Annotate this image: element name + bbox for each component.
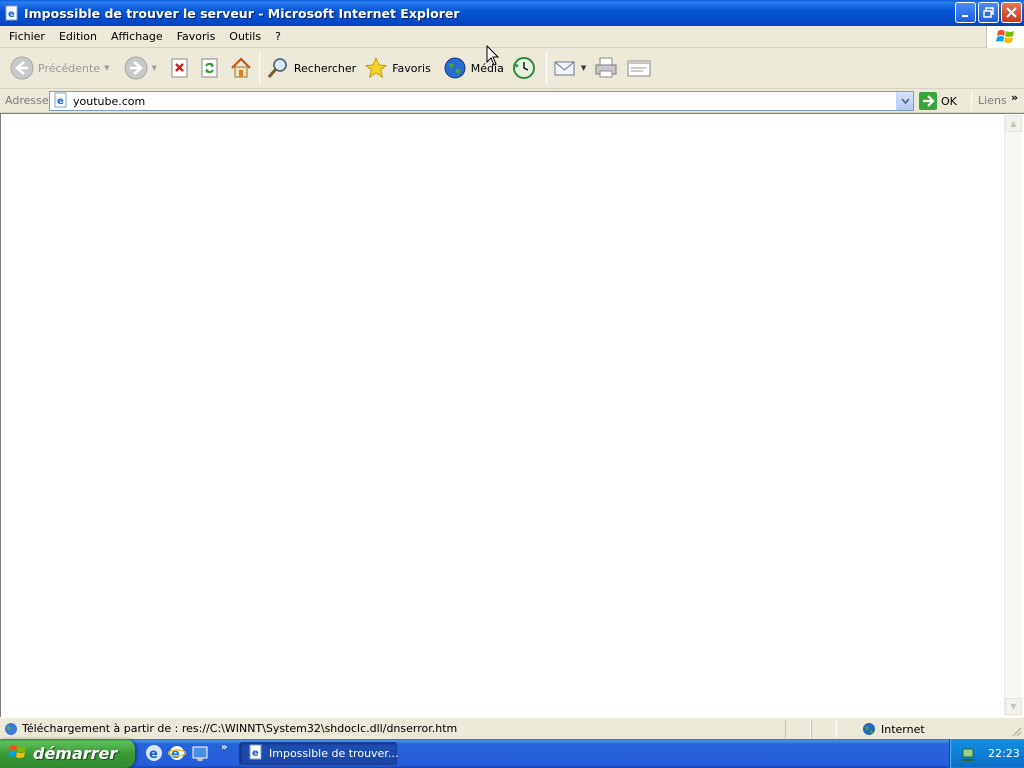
- taskbar-item-label: Impossible de trouver...: [269, 747, 399, 760]
- menu-edition[interactable]: Edition: [52, 27, 104, 47]
- chevron-down-icon: [900, 98, 910, 104]
- zone-label: Internet: [881, 722, 925, 736]
- status-bar: Téléchargement à partir de : res://C:\WI…: [0, 717, 1024, 739]
- address-dropdown-button[interactable]: [896, 92, 913, 110]
- mail-dropdown-icon[interactable]: ▼: [581, 64, 586, 72]
- taskbar-item-ie[interactable]: e Impossible de trouver...: [239, 742, 399, 765]
- svg-text:e: e: [8, 9, 15, 20]
- vertical-scrollbar[interactable]: ▲ ▼: [1004, 115, 1022, 715]
- scroll-down-arrow-icon[interactable]: ▼: [1005, 698, 1022, 715]
- media-globe-icon: [444, 57, 466, 79]
- ie-page-icon: e: [248, 744, 264, 763]
- print-button[interactable]: [590, 51, 622, 85]
- stop-button[interactable]: [165, 51, 195, 85]
- taskbar: démarrer e e » e Impossible de trouver..…: [0, 739, 1024, 768]
- svg-text:e: e: [252, 748, 259, 759]
- quick-launch: e e: [145, 744, 209, 762]
- svg-text:e: e: [57, 96, 64, 107]
- search-label: Rechercher: [293, 61, 357, 75]
- history-icon: [512, 57, 535, 79]
- system-tray: 22:23: [949, 739, 1024, 768]
- refresh-icon: [201, 58, 218, 78]
- quick-launch-desktop-icon[interactable]: [191, 744, 209, 762]
- windows-logo-icon: [986, 26, 1024, 48]
- loading-globe-icon: [5, 722, 17, 735]
- go-button[interactable]: OK: [919, 92, 957, 110]
- svg-text:e: e: [171, 747, 180, 762]
- favorites-button[interactable]: Favoris: [360, 51, 435, 85]
- mouse-cursor-icon: [486, 45, 500, 66]
- address-url: youtube.com: [73, 94, 146, 108]
- window-title: Impossible de trouver le serveur - Micro…: [24, 5, 460, 21]
- start-button[interactable]: démarrer: [0, 739, 135, 768]
- windows-logo-icon: [8, 743, 28, 764]
- search-icon: [267, 58, 287, 78]
- status-text: Téléchargement à partir de : res://C:\WI…: [22, 722, 458, 735]
- forward-button[interactable]: ▼: [120, 51, 161, 85]
- toolbar-separator: [258, 52, 260, 84]
- security-zone: Internet: [862, 720, 925, 738]
- home-button[interactable]: [225, 51, 257, 85]
- status-pane: [811, 720, 837, 738]
- network-icon[interactable]: [960, 746, 976, 762]
- go-label: OK: [941, 94, 957, 108]
- title-bar[interactable]: e Impossible de trouver le serveur - Mic…: [0, 0, 1024, 26]
- menu-help[interactable]: ?: [268, 27, 288, 47]
- status-pane: [785, 720, 811, 738]
- stop-icon: [171, 58, 188, 78]
- ie-page-icon[interactable]: e: [4, 5, 20, 21]
- clock[interactable]: 22:23: [988, 747, 1020, 760]
- quick-launch-browser-icon[interactable]: e: [168, 744, 186, 762]
- history-button[interactable]: [508, 51, 540, 85]
- page-content[interactable]: [0, 113, 1024, 717]
- home-icon: [231, 57, 251, 78]
- forward-dropdown-icon[interactable]: ▼: [152, 64, 157, 72]
- links-chevron-icon[interactable]: »: [1011, 91, 1018, 104]
- close-button[interactable]: [1001, 2, 1022, 23]
- resize-grip-icon[interactable]: [1010, 725, 1022, 737]
- menu-affichage[interactable]: Affichage: [104, 27, 170, 47]
- toolbar-separator: [971, 92, 972, 110]
- refresh-button[interactable]: [195, 51, 225, 85]
- restore-button[interactable]: [978, 2, 999, 23]
- address-bar: Adresse e youtube.com OK Liens »: [0, 89, 1024, 113]
- favorites-label: Favoris: [392, 61, 431, 75]
- go-arrow-icon: [919, 92, 937, 110]
- back-label: Précédente: [38, 61, 101, 75]
- favorites-star-icon: [364, 56, 388, 79]
- forward-arrow-icon: [124, 56, 147, 80]
- toolbar-separator: [545, 52, 547, 84]
- quick-launch-ie-icon[interactable]: e: [145, 744, 163, 762]
- edit-button[interactable]: [622, 51, 656, 85]
- mail-button[interactable]: ▼: [549, 51, 590, 85]
- scroll-up-arrow-icon[interactable]: ▲: [1005, 115, 1022, 132]
- minimize-button[interactable]: [955, 2, 976, 23]
- quick-launch-chevron-icon[interactable]: »: [221, 742, 227, 753]
- address-label: Adresse: [5, 94, 49, 107]
- address-input[interactable]: e youtube.com: [49, 91, 914, 111]
- back-dropdown-icon[interactable]: ▼: [104, 64, 109, 72]
- links-toolbar[interactable]: Liens: [978, 94, 1007, 107]
- start-label: démarrer: [33, 744, 118, 763]
- search-button[interactable]: Rechercher: [262, 51, 360, 85]
- edit-page-icon: [627, 60, 651, 77]
- internet-globe-icon: [863, 723, 875, 735]
- back-arrow-icon: [10, 56, 34, 80]
- back-button[interactable]: Précédente ▼: [6, 51, 114, 85]
- menu-fichier[interactable]: Fichier: [0, 27, 52, 47]
- printer-icon: [595, 57, 617, 78]
- menu-outils[interactable]: Outils: [222, 27, 268, 47]
- ie-page-icon: e: [53, 92, 69, 111]
- svg-text:e: e: [149, 747, 158, 762]
- menu-bar: Fichier Edition Affichage Favoris Outils…: [0, 26, 1024, 48]
- mail-icon: [554, 61, 575, 76]
- menu-favoris[interactable]: Favoris: [170, 27, 223, 47]
- standard-toolbar: Précédente ▼ ▼ Rechercher Favoris Média …: [0, 48, 1024, 89]
